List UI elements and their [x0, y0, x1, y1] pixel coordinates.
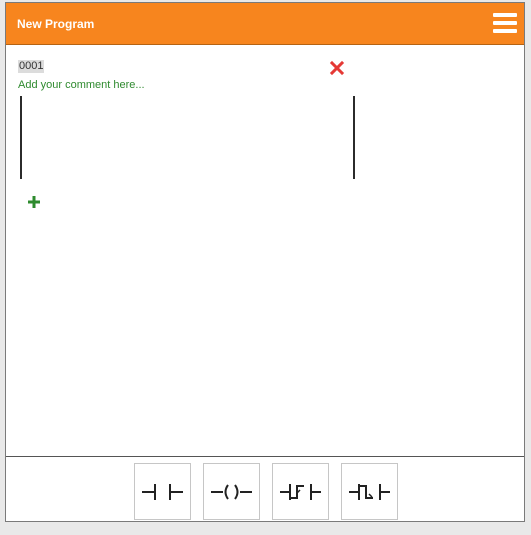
rising-edge-contact-icon	[280, 484, 321, 500]
close-icon[interactable]	[329, 60, 345, 76]
title-bar: New Program	[6, 3, 524, 45]
left-power-rail	[20, 96, 22, 179]
output-coil-button[interactable]	[203, 463, 260, 520]
ladder-editor: 0001 Add your comment here...	[6, 45, 524, 457]
rising-edge-contact-button[interactable]	[272, 463, 329, 520]
falling-edge-contact-icon	[349, 484, 390, 500]
right-power-rail	[353, 96, 355, 179]
rung-number: 0001	[18, 60, 45, 73]
plus-icon[interactable]	[26, 194, 42, 210]
normally-open-contact-icon	[142, 484, 183, 500]
rung-comment-field[interactable]: Add your comment here...	[18, 79, 145, 91]
normally-open-contact-button[interactable]	[134, 463, 191, 520]
instruction-toolbar	[6, 457, 524, 521]
program-editor-window: New Program 0001 Add your comment here..…	[5, 2, 525, 522]
falling-edge-contact-button[interactable]	[341, 463, 398, 520]
hamburger-menu-icon[interactable]	[492, 11, 518, 35]
program-title: New Program	[17, 17, 95, 31]
output-coil-icon	[211, 484, 252, 500]
